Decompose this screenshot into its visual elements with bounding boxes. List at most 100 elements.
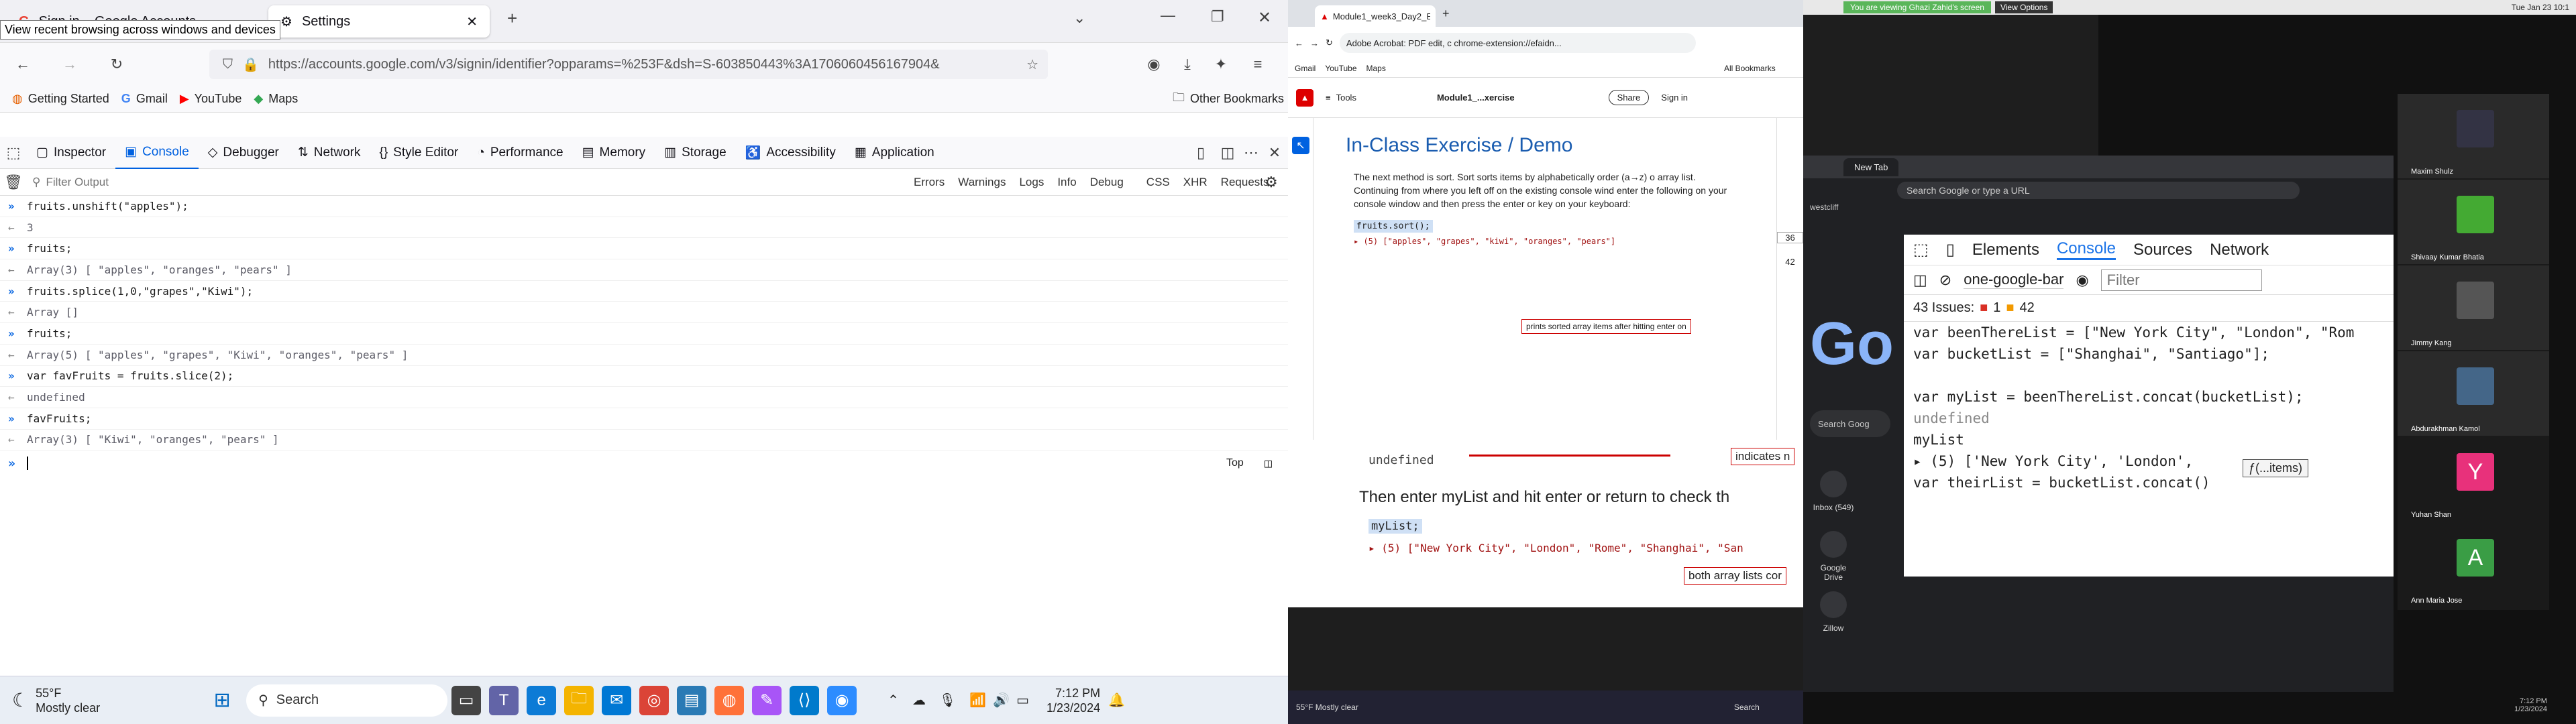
download-icon[interactable]: ⤓: [1174, 51, 1201, 78]
mini-search[interactable]: Search: [1734, 703, 1760, 712]
teams-icon[interactable]: T: [489, 685, 519, 715]
url-bar[interactable]: ⛉ 🔒 https://accounts.google.com/v3/signi…: [209, 50, 1048, 79]
console-text[interactable]: Array(5) [ "apples", "grapes", "Kiwi", "…: [27, 349, 408, 361]
tab-newtab[interactable]: New Tab: [1843, 158, 1899, 176]
dock-icon[interactable]: ◫: [1214, 139, 1241, 166]
other-bookmarks[interactable]: 🗀 Other Bookmarks: [1173, 89, 1284, 109]
tab-sources[interactable]: Sources: [2133, 241, 2192, 259]
mail-icon[interactable]: ✉: [602, 685, 632, 715]
new-tab-icon[interactable]: +: [507, 8, 517, 29]
tab-console[interactable]: ▣ Console: [115, 137, 199, 169]
star-icon[interactable]: ☆: [1026, 56, 1038, 73]
tab-network[interactable]: ⇅ Network: [288, 137, 370, 169]
forward-icon[interactable]: →: [1310, 38, 1319, 48]
bookmark-all[interactable]: All Bookmarks: [1724, 64, 1776, 73]
cursor-tool-icon[interactable]: ↖: [1292, 137, 1309, 154]
console-text[interactable]: Array(3) [ "Kiwi", "oranges", "pears" ]: [27, 433, 279, 446]
tab-application[interactable]: ▦ Application: [845, 137, 944, 169]
console-text[interactable]: 3: [27, 221, 34, 234]
participant-tile[interactable]: Shivaay Kumar Bhatia: [2398, 180, 2549, 264]
console-text[interactable]: Array []: [27, 306, 78, 318]
console-input[interactable]: [27, 457, 28, 470]
extensions-icon[interactable]: ✦: [1208, 51, 1234, 78]
participant-tile[interactable]: Jimmy Kang: [2398, 265, 2549, 350]
restore-icon[interactable]: ❐: [1211, 8, 1224, 25]
battery-icon[interactable]: ▭: [1016, 692, 1029, 709]
cloud-icon[interactable]: ☁: [912, 692, 926, 709]
filter-logs[interactable]: Logs: [1014, 174, 1049, 190]
close-window-icon[interactable]: ✕: [1258, 8, 1271, 27]
bookmark-maps[interactable]: ◆ Maps: [254, 92, 298, 106]
address-bar[interactable]: Adobe Acrobat: PDF edit, c chrome-extens…: [1339, 33, 1696, 53]
tab-performance[interactable]: ◔ Performance: [468, 137, 572, 169]
tile-drive[interactable]: Google Drive: [1810, 531, 1857, 582]
tab-inspector[interactable]: ▢ Inspector: [27, 137, 115, 169]
reload-icon[interactable]: ↻: [103, 51, 130, 78]
omnibox[interactable]: Search Google or type a URL: [1897, 182, 2300, 199]
paint-icon[interactable]: ✎: [752, 685, 782, 715]
reload-icon[interactable]: ↻: [1326, 38, 1333, 48]
context-selector[interactable]: Top: [1226, 457, 1244, 469]
google-search-box[interactable]: Search Goog: [1810, 410, 1890, 437]
chevron-up-icon[interactable]: ⌃: [888, 692, 899, 709]
responsive-icon[interactable]: ▯: [1187, 139, 1214, 166]
close-devtools-icon[interactable]: ✕: [1261, 139, 1288, 166]
console-text[interactable]: undefined: [27, 391, 85, 404]
participant-tile[interactable]: Maxim Shulz: [2398, 94, 2549, 178]
tab-debugger[interactable]: ◇ Debugger: [199, 137, 288, 169]
filter-info[interactable]: Info: [1052, 174, 1081, 190]
close-tab-icon[interactable]: ✕: [466, 13, 478, 30]
windows-start-icon[interactable]: ⊞: [207, 686, 237, 715]
menu-icon[interactable]: ≡: [1326, 93, 1331, 103]
tab-network[interactable]: Network: [2210, 241, 2269, 259]
file-explorer-icon[interactable]: 🗀: [564, 685, 594, 715]
bookmark-getting-started[interactable]: ◍ Getting Started: [12, 92, 109, 106]
notification-bell-icon[interactable]: 🔔: [1108, 692, 1125, 709]
back-icon[interactable]: ←: [1295, 38, 1303, 48]
tile-zillow[interactable]: Zillow: [1810, 591, 1857, 633]
participant-tile[interactable]: Y Yuhan Shan: [2398, 437, 2549, 522]
filter-xhr[interactable]: XHR: [1178, 174, 1213, 190]
menu-icon[interactable]: ≡: [1244, 51, 1271, 78]
device-icon[interactable]: ▯: [1946, 240, 1955, 259]
clock[interactable]: 7:12 PM 1/23/2024: [1046, 686, 1100, 715]
tab-accessibility[interactable]: ♿ Accessibility: [736, 137, 845, 169]
mic-icon[interactable]: 🎙: [939, 692, 956, 709]
share-button[interactable]: Share: [1608, 90, 1650, 105]
trash-icon[interactable]: 🗑: [0, 169, 27, 196]
clear-icon[interactable]: ⊘: [1939, 272, 1951, 289]
forward-icon[interactable]: →: [56, 51, 83, 78]
split-console-icon[interactable]: ◫: [1265, 457, 1272, 471]
filter-errors[interactable]: Errors: [908, 174, 950, 190]
weather-widget[interactable]: 55°F Mostly clear: [36, 686, 100, 715]
tab-style-editor[interactable]: {} Style Editor: [370, 137, 468, 169]
vscode-icon[interactable]: ⟨⟩: [790, 685, 820, 715]
bookmark-youtube[interactable]: YouTube: [1325, 64, 1356, 73]
filter-input[interactable]: [46, 175, 449, 189]
console-text[interactable]: Array(3) [ "apples", "oranges", "pears" …: [27, 263, 292, 276]
bookmark-youtube[interactable]: ▶ YouTube: [180, 92, 242, 106]
new-tab-icon[interactable]: +: [1442, 7, 1450, 21]
filter-debug[interactable]: Debug: [1085, 174, 1129, 190]
sidebar-icon[interactable]: ◫: [1913, 272, 1927, 289]
view-options-button[interactable]: View Options: [1994, 1, 2053, 13]
tab-storage[interactable]: ▥ Storage: [655, 137, 736, 169]
chrome-icon[interactable]: ◎: [639, 685, 669, 715]
eye-icon[interactable]: ◉: [2076, 272, 2088, 289]
taskbar-search[interactable]: ⚲ Search: [246, 684, 448, 717]
tab-pdf[interactable]: ▲ Module1_week3_Day2_Exercis: [1315, 5, 1436, 27]
filter-warnings[interactable]: Warnings: [953, 174, 1011, 190]
tile-inbox[interactable]: Inbox (549): [1810, 471, 1857, 512]
firefox-icon[interactable]: ◍: [714, 685, 745, 715]
console-input-row[interactable]: » Top ◫: [0, 452, 1288, 474]
tab-memory[interactable]: ▤ Memory: [573, 137, 655, 169]
chevron-down-icon[interactable]: ⌄: [1073, 9, 1085, 27]
issues-bar[interactable]: 43 Issues: ■ 1 ■ 42: [1904, 295, 2394, 322]
tab-console[interactable]: Console: [2056, 239, 2116, 260]
context-select[interactable]: one-google-bar: [1964, 271, 2064, 289]
filter-input[interactable]: Filter: [2100, 269, 2262, 291]
volume-icon[interactable]: 🔊: [993, 692, 1010, 709]
tab-elements[interactable]: Elements: [1972, 241, 2039, 259]
back-icon[interactable]: ←: [9, 51, 36, 78]
bookmark-gmail[interactable]: Gmail: [1295, 64, 1316, 73]
